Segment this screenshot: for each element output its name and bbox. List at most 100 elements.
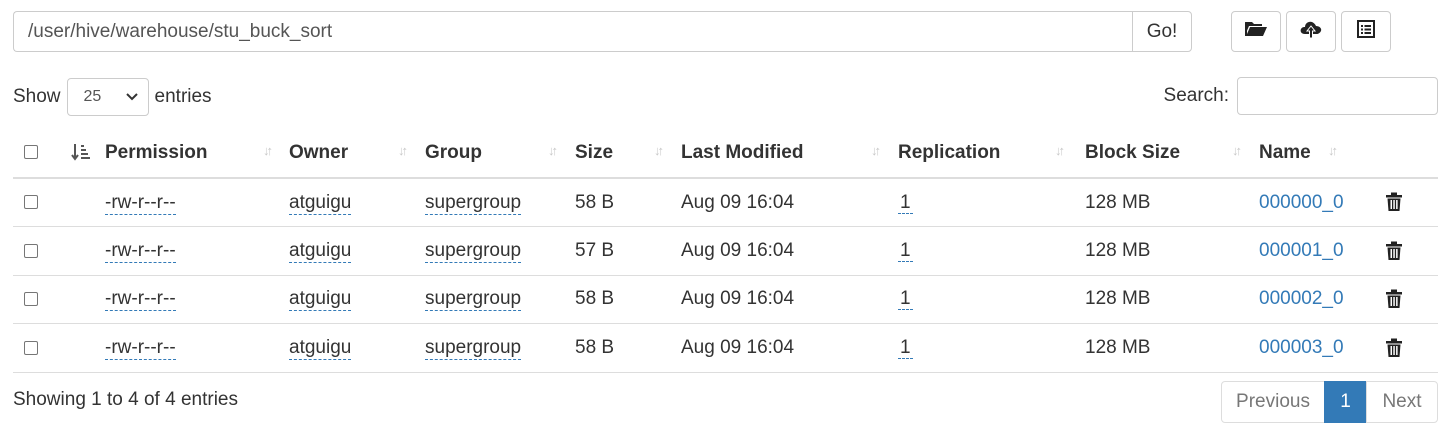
row-checkbox[interactable] xyxy=(24,292,38,307)
column-header-group[interactable]: Group ↓↑ xyxy=(425,128,575,179)
list-view-button[interactable] xyxy=(1341,11,1391,52)
row-checkbox[interactable] xyxy=(24,243,38,258)
block-size-value: 128 MB xyxy=(1085,239,1151,261)
owner-value[interactable]: atguigu xyxy=(289,191,352,215)
search-label: Search: xyxy=(1163,85,1229,106)
length-control: Show 25 entries xyxy=(13,78,212,116)
block-size-value: 128 MB xyxy=(1085,336,1151,358)
delete-cell xyxy=(1385,226,1438,276)
size-value: 58 B xyxy=(575,288,615,310)
permission-cell: -rw-r--r-- xyxy=(105,323,289,373)
group-value[interactable]: supergroup xyxy=(425,336,522,360)
group-value[interactable]: supergroup xyxy=(425,191,522,215)
next-page-button[interactable]: Next xyxy=(1366,381,1438,423)
permission-value[interactable]: -rw-r--r-- xyxy=(105,288,176,312)
previous-page-button[interactable]: Previous xyxy=(1221,381,1325,423)
column-label: Permission xyxy=(105,141,208,163)
permission-cell: -rw-r--r-- xyxy=(105,275,289,324)
page-1-button[interactable]: 1 xyxy=(1324,381,1367,423)
sort-header[interactable] xyxy=(61,128,105,179)
select-all-header xyxy=(13,128,61,179)
block-size-cell: 128 MB xyxy=(1085,323,1259,373)
name-cell: 000002_0 xyxy=(1259,275,1385,324)
trash-icon[interactable] xyxy=(1385,192,1403,213)
owner-value[interactable]: atguigu xyxy=(289,336,352,360)
path-input[interactable] xyxy=(13,11,1132,52)
column-label: Owner xyxy=(289,141,349,163)
column-header-last-modified[interactable]: Last Modified ↓↑ xyxy=(681,128,898,179)
entries-select[interactable]: 25 xyxy=(66,78,149,116)
owner-value[interactable]: atguigu xyxy=(289,239,352,263)
group-cell: supergroup xyxy=(425,226,575,276)
permission-value[interactable]: -rw-r--r-- xyxy=(105,336,176,360)
column-label: Block Size xyxy=(1085,141,1181,163)
group-value[interactable]: supergroup xyxy=(425,239,522,263)
size-cell: 58 B xyxy=(575,323,681,373)
column-header-owner[interactable]: Owner ↓↑ xyxy=(289,128,425,179)
file-name-link[interactable]: 000001_0 xyxy=(1259,240,1344,261)
group-value[interactable]: supergroup xyxy=(425,288,522,312)
sort-both-icon: ↓↑ xyxy=(1328,143,1338,158)
last-modified-value: Aug 09 16:04 xyxy=(681,191,795,213)
size-value: 58 B xyxy=(575,191,615,213)
replication-value[interactable]: 1 xyxy=(898,336,913,359)
owner-cell: atguigu xyxy=(289,178,425,227)
column-header-size[interactable]: Size ↓↑ xyxy=(575,128,681,179)
sort-both-icon: ↓↑ xyxy=(1232,143,1242,158)
replication-value[interactable]: 1 xyxy=(898,288,913,311)
replication-cell: 1 xyxy=(898,323,1085,373)
block-size-value: 128 MB xyxy=(1085,288,1151,310)
show-label: Show xyxy=(13,86,61,107)
table-row: -rw-r--r-- atguigu supergroup 58 B Aug 0… xyxy=(13,275,1438,324)
last-modified-value: Aug 09 16:04 xyxy=(681,288,795,310)
file-name-link[interactable]: 000002_0 xyxy=(1259,288,1344,309)
table-row: -rw-r--r-- atguigu supergroup 58 B Aug 0… xyxy=(13,323,1438,373)
search-control: Search: xyxy=(1164,77,1438,115)
upload-button[interactable] xyxy=(1286,11,1336,52)
upload-cloud-icon xyxy=(1299,19,1323,45)
sort-both-icon: ↓↑ xyxy=(548,143,558,158)
owner-value[interactable]: atguigu xyxy=(289,288,352,312)
pagination: Previous 1 Next xyxy=(1221,381,1438,423)
replication-value[interactable]: 1 xyxy=(898,239,913,262)
file-table: Permission ↓↑ Owner ↓↑ Group ↓↑ Size ↓↑ Last… xyxy=(13,128,1438,373)
column-header-permission[interactable]: Permission ↓↑ xyxy=(105,128,289,179)
column-header-name[interactable]: Name ↓↑ xyxy=(1259,128,1385,179)
column-header-replication[interactable]: Replication ↓↑ xyxy=(898,128,1085,179)
row-checkbox[interactable] xyxy=(24,195,38,210)
path-bar: Go! xyxy=(13,11,1192,52)
replication-value[interactable]: 1 xyxy=(898,191,913,214)
trash-icon[interactable] xyxy=(1385,240,1403,261)
sort-both-icon: ↓↑ xyxy=(654,143,664,158)
size-value: 58 B xyxy=(575,336,615,358)
permission-value[interactable]: -rw-r--r-- xyxy=(105,239,176,263)
row-select-cell xyxy=(13,178,61,227)
select-all-checkbox[interactable] xyxy=(24,145,38,160)
sort-both-icon: ↓↑ xyxy=(263,143,273,158)
folder-open-icon xyxy=(1244,20,1268,44)
table-row: -rw-r--r-- atguigu supergroup 58 B Aug 0… xyxy=(13,178,1438,227)
column-header-block-size[interactable]: Block Size ↓↑ xyxy=(1085,128,1259,179)
delete-cell xyxy=(1385,275,1438,324)
size-value: 57 B xyxy=(575,239,615,261)
block-size-cell: 128 MB xyxy=(1085,275,1259,324)
permission-cell: -rw-r--r-- xyxy=(105,226,289,276)
trash-icon[interactable] xyxy=(1385,337,1403,358)
go-button[interactable]: Go! xyxy=(1132,11,1192,52)
search-input[interactable] xyxy=(1237,77,1438,115)
sort-both-icon: ↓↑ xyxy=(871,143,881,158)
permission-value[interactable]: -rw-r--r-- xyxy=(105,191,176,215)
column-label: Size xyxy=(575,141,614,163)
name-cell: 000001_0 xyxy=(1259,226,1385,276)
last-modified-value: Aug 09 16:04 xyxy=(681,336,795,358)
file-name-link[interactable]: 000000_0 xyxy=(1259,192,1344,213)
trash-icon[interactable] xyxy=(1385,288,1403,309)
spacer-cell xyxy=(61,178,105,227)
row-checkbox[interactable] xyxy=(24,340,38,355)
spacer-cell xyxy=(61,226,105,276)
entries-label: entries xyxy=(154,86,212,107)
size-cell: 58 B xyxy=(575,178,681,227)
file-name-link[interactable]: 000003_0 xyxy=(1259,337,1344,358)
column-label: Replication xyxy=(898,141,1001,163)
create-directory-button[interactable] xyxy=(1231,11,1281,52)
